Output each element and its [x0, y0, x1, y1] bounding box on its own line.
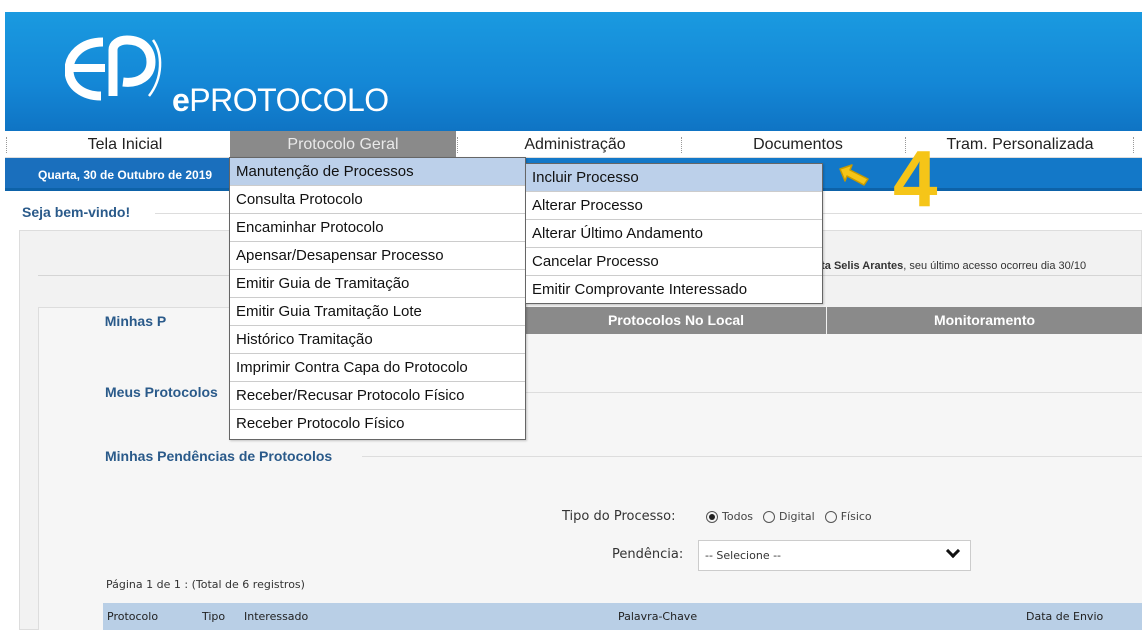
pendencia-select[interactable]: -- Selecione --: [698, 540, 971, 571]
menu-item-consulta-protocolo[interactable]: Consulta Protocolo: [230, 186, 525, 214]
col-tipo[interactable]: Tipo: [202, 610, 225, 623]
main-navbar: Tela Inicial Protocolo Geral Administraç…: [5, 131, 1142, 158]
eprotocolo-logo-icon: [65, 35, 162, 101]
col-data-envio[interactable]: Data de Envio: [1026, 610, 1103, 623]
pendencia-label: Pendência:: [612, 547, 684, 562]
menu-item-receber-fisico[interactable]: Receber Protocolo Físico: [230, 410, 525, 438]
table-header: Protocolo Tipo Interessado Palavra-Chave…: [103, 603, 1142, 630]
radio-digital[interactable]: [763, 510, 776, 523]
nav-administracao[interactable]: Administração: [500, 131, 650, 158]
nav-documentos[interactable]: Documentos: [728, 131, 868, 158]
menu-item-manutencao-processos[interactable]: Manutenção de Processos: [230, 158, 525, 186]
menu-item-apensar-processo[interactable]: Apensar/Desapensar Processo: [230, 242, 525, 270]
submenu-item-cancelar-processo[interactable]: Cancelar Processo: [526, 248, 822, 276]
menu-item-emitir-guia-lote[interactable]: Emitir Guia Tramitação Lote: [230, 298, 525, 326]
brand-name: ePROTOCOLO: [172, 82, 389, 118]
tipo-processo-label: Tipo do Processo:: [562, 509, 676, 524]
radio-digital-label: Digital: [779, 510, 815, 523]
nav-tela-inicial[interactable]: Tela Inicial: [45, 131, 205, 158]
nav-protocolo-geral[interactable]: Protocolo Geral: [230, 131, 456, 158]
radio-todos-label: Todos: [722, 510, 754, 523]
menu-item-encaminhar-protocolo[interactable]: Encaminhar Protocolo: [230, 214, 525, 242]
col-palavra-chave[interactable]: Palavra-Chave: [618, 610, 697, 623]
divider: [526, 392, 1142, 393]
radio-fisico-label: Físico: [840, 510, 872, 523]
menu-item-historico-tramitacao[interactable]: Histórico Tramitação: [230, 326, 525, 354]
radio-fisico[interactable]: [824, 510, 837, 523]
user-last-access: lita Selis Arantes, seu último acesso oc…: [815, 260, 1087, 272]
col-interessado[interactable]: Interessado: [244, 610, 308, 623]
pagination-info: Página 1 de 1 : (Total de 6 registros): [106, 578, 305, 591]
menu-item-emitir-guia[interactable]: Emitir Guia de Tramitação: [230, 270, 525, 298]
pointer-arrow-icon: [839, 164, 869, 186]
current-date: Quarta, 30 de Outubro de 2019: [38, 168, 213, 182]
menu-item-imprimir-contra-capa[interactable]: Imprimir Contra Capa do Protocolo: [230, 354, 525, 382]
submenu-item-alterar-processo[interactable]: Alterar Processo: [526, 192, 822, 220]
submenu-item-alterar-ultimo-andamento[interactable]: Alterar Último Andamento: [526, 220, 822, 248]
manutencao-submenu: Incluir Processo Alterar Processo Altera…: [525, 163, 823, 304]
welcome-title: Seja bem-vindo!: [22, 204, 131, 220]
submenu-item-incluir-processo[interactable]: Incluir Processo: [526, 164, 822, 192]
tab-monitoramento[interactable]: Monitoramento: [827, 307, 1142, 334]
protocolo-geral-dropdown: Manutenção de Processos Consulta Protoco…: [229, 157, 526, 440]
dashboard-tabs: Minhas P Protocolos No Local Monitoramen…: [38, 307, 1142, 334]
tab-minhas-pendencias[interactable]: Minhas P: [38, 307, 233, 334]
section-meus-protocolos: Meus Protocolos: [105, 384, 218, 400]
col-protocolo[interactable]: Protocolo: [107, 610, 158, 623]
radio-todos[interactable]: [706, 510, 718, 523]
divider: [362, 456, 1142, 457]
submenu-item-emitir-comprovante[interactable]: Emitir Comprovante Interessado: [526, 276, 822, 304]
chevron-down-icon: [945, 543, 961, 559]
section-minhas-pendencias: Minhas Pendências de Protocolos: [105, 448, 333, 464]
step-number-annotation: 4: [893, 134, 938, 223]
tipo-processo-radios: Todos Digital Físico: [706, 510, 872, 523]
header-banner: ePROTOCOLO: [5, 12, 1142, 131]
nav-tram-personalizada[interactable]: Tram. Personalizada: [935, 131, 1105, 158]
page: ePROTOCOLO Tela Inicial Protocolo Geral …: [0, 0, 1142, 630]
tab-protocolos-no-local[interactable]: Protocolos No Local: [526, 307, 826, 334]
menu-item-receber-recusar[interactable]: Receber/Recusar Protocolo Físico: [230, 382, 525, 410]
